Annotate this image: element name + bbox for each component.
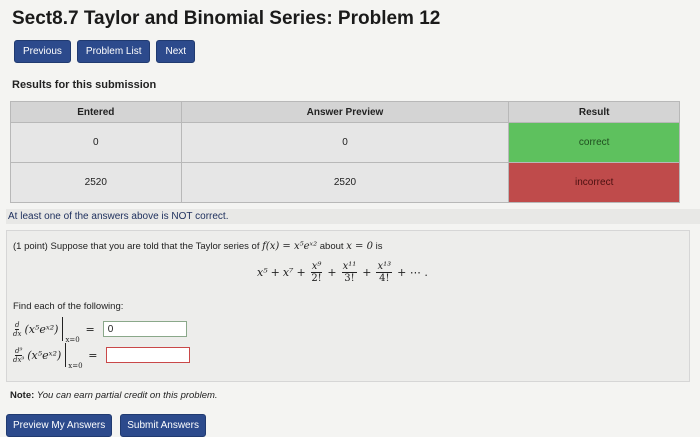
previous-button[interactable]: Previous xyxy=(14,40,71,63)
preview-cell: 2520 xyxy=(180,162,510,203)
result-cell-incorrect: incorrect xyxy=(508,162,680,203)
about-word: about xyxy=(319,241,344,252)
question-1: d dx (x⁵eˣ²) x=0 = 0 xyxy=(13,317,187,344)
is-word: is xyxy=(375,241,383,252)
equals-sign: = xyxy=(88,348,98,362)
about-point: x = 0 xyxy=(346,241,373,252)
results-table: Entered Answer Preview Result 0 0 correc… xyxy=(10,101,680,203)
series-fraction: x¹³ 4! xyxy=(376,261,393,284)
note-label: Note: xyxy=(10,390,35,401)
fraction-denominator: 3! xyxy=(344,273,355,284)
fraction-numerator: x¹¹ xyxy=(341,261,358,273)
header-entered: Entered xyxy=(10,101,182,123)
series-tail: + ⋯ . xyxy=(397,266,428,279)
series-fraction: x¹¹ 3! xyxy=(341,261,358,284)
operator-denominator: dx⁹ xyxy=(13,355,25,364)
problem-box: (1 point) Suppose that you are told that… xyxy=(6,230,690,382)
header-answer-preview: Answer Preview xyxy=(180,101,510,123)
fraction-numerator: x⁹ xyxy=(310,261,323,273)
operator-numerator: d⁹ xyxy=(14,346,23,356)
series-fraction: x⁹ 2! xyxy=(310,261,323,284)
equals-sign: = xyxy=(85,322,95,336)
taylor-series: x⁵ + x⁷ + x⁹ 2! + x¹¹ 3! + x¹³ 4! + ⋯ . xyxy=(257,261,428,284)
fraction-denominator: 2! xyxy=(311,273,322,284)
derivative-expression: (x⁵eˣ²) xyxy=(27,348,62,362)
preview-answers-button[interactable]: Preview My Answers xyxy=(6,414,113,437)
entered-cell: 0 xyxy=(10,122,182,163)
result-cell-correct: correct xyxy=(508,122,680,163)
function-expression: f(x) = x⁵eˣ² xyxy=(262,241,318,252)
problem-list-button[interactable]: Problem List xyxy=(76,40,151,63)
points-label: (1 point) xyxy=(13,241,48,252)
results-header-row: Entered Answer Preview Result xyxy=(10,101,680,123)
intro-text: Suppose that you are told that the Taylo… xyxy=(50,241,260,252)
fraction-numerator: x¹³ xyxy=(376,261,393,273)
derivative-expression: (x⁵eˣ²) xyxy=(24,322,59,336)
next-button[interactable]: Next xyxy=(156,40,196,63)
page-title: Sect8.7 Taylor and Binomial Series: Prob… xyxy=(12,8,441,29)
problem-statement: (1 point) Suppose that you are told that… xyxy=(13,241,382,252)
header-result: Result xyxy=(508,101,680,123)
evaluation-point: x=0 xyxy=(68,362,83,370)
evaluation-bar: x=0 xyxy=(65,343,84,370)
warning-message: At least one of the answers above is NOT… xyxy=(6,209,700,224)
partial-credit-note: Note: You can earn partial credit on thi… xyxy=(10,390,218,401)
derivative-operator: d dx xyxy=(13,321,21,338)
problem-nav: Previous Problem List Next xyxy=(14,40,196,63)
submit-bar: Preview My Answers Submit Answers xyxy=(6,414,206,437)
evaluation-bar: x=0 xyxy=(62,317,81,344)
submit-answers-button[interactable]: Submit Answers xyxy=(120,414,206,437)
answer-input-1[interactable]: 0 xyxy=(102,321,187,337)
question-2: d⁹ dx⁹ (x⁵eˣ²) x=0 = xyxy=(13,343,190,370)
note-text: You can earn partial credit on this prob… xyxy=(36,390,218,401)
operator-numerator: d xyxy=(14,320,20,330)
fraction-denominator: 4! xyxy=(379,273,390,284)
find-instruction: Find each of the following: xyxy=(13,301,124,312)
derivative-operator: d⁹ dx⁹ xyxy=(13,347,24,364)
results-heading: Results for this submission xyxy=(12,79,157,91)
answer-input-2[interactable] xyxy=(105,347,190,363)
entered-cell: 2520 xyxy=(10,162,182,203)
series-term: x⁷ xyxy=(282,266,294,279)
table-row: 0 0 correct xyxy=(10,122,680,163)
preview-cell: 0 xyxy=(180,122,510,163)
series-term: x⁵ xyxy=(257,266,268,279)
table-row: 2520 2520 incorrect xyxy=(10,162,680,203)
operator-denominator: dx xyxy=(13,329,22,338)
